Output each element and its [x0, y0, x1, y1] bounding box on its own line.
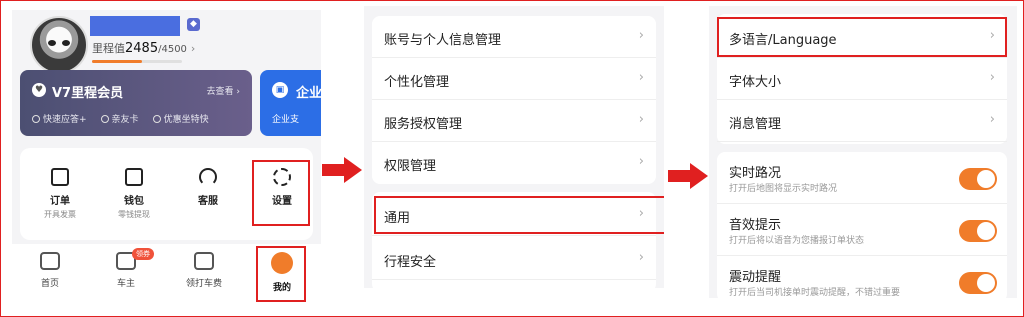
vip-view-link[interactable]: 去查看 › [207, 84, 240, 97]
username-redacted [90, 16, 180, 36]
enterprise-sub: 企业支 [272, 115, 300, 125]
chevron-right-icon: › [190, 42, 196, 55]
perk-icon [152, 115, 161, 123]
enterprise-icon: ▣ [272, 82, 288, 98]
tab-ride-credit[interactable]: 领打车费 [174, 252, 234, 289]
service-order[interactable]: 订单 开具发票 [30, 168, 90, 220]
general-item-notifications[interactable]: 消息管理 › [717, 100, 1007, 142]
vip-perk: 亲友卡 [100, 112, 139, 125]
toggle-row-traffic: 实时路况 打开后地图将显示实时路况 [717, 154, 1007, 204]
settings-item-personalization[interactable]: 个性化管理 › [372, 58, 656, 100]
settings-screen: 账号与个人信息管理 › 个性化管理 › 服务授权管理 › 权限管理 › 通用 › 行程安全… [364, 6, 664, 288]
chevron-right-icon: › [989, 112, 995, 127]
settings-item-service-auth[interactable]: 服务授权管理 › [372, 100, 656, 142]
perk-icon [32, 115, 40, 123]
toggle-row-vibration: 震动提醒 打开后当司机接单时震动提醒，不错过重要 [717, 258, 1007, 298]
home-icon [40, 252, 60, 270]
mileage-progress-fill [92, 60, 142, 63]
chevron-right-icon: › [638, 112, 644, 127]
settings-item-account[interactable]: 账号与个人信息管理 › [372, 16, 656, 58]
sound-toggle[interactable] [959, 220, 997, 242]
chevron-right-icon: › [638, 28, 644, 43]
service-support[interactable]: 客服 [178, 168, 238, 207]
general-highlight [374, 196, 664, 234]
language-highlight [717, 17, 1007, 57]
mileage-progress-bar [92, 60, 182, 63]
mileage-info[interactable]: 里程值2485/4500 › [92, 40, 195, 56]
coupon-badge: 领券 [132, 248, 154, 260]
chevron-right-icon: › [989, 70, 995, 85]
settings-highlight [252, 160, 310, 226]
general-item-font-size[interactable]: 字体大小 › [717, 58, 1007, 100]
settings-group-1: 账号与个人信息管理 › 个性化管理 › 服务授权管理 › 权限管理 › [372, 16, 656, 184]
flow-arrow-icon [668, 163, 708, 189]
mine-highlight [256, 246, 306, 302]
vip-title: V7里程会员 [52, 86, 124, 101]
settings-group-2: 通用 › 行程安全 › [372, 192, 664, 288]
settings-item-permissions[interactable]: 权限管理 › [372, 142, 656, 184]
level-badge-icon: ◆ [187, 18, 200, 31]
mileage-total: /4500 [158, 44, 187, 55]
general-group-1: 多语言/Language › 字体大小 › 消息管理 › [717, 14, 1007, 144]
headset-icon [199, 168, 217, 186]
profile-screen: ◆ 里程值2485/4500 › ♥ V7里程会员 去查看 › 快速应答+ 亲友卡… [12, 10, 321, 302]
services-card: 订单 开具发票 钱包 零钱提现 客服 设置 [20, 148, 313, 240]
bottom-tabbar: 首页 领券 车主 领打车费 我的 [12, 244, 321, 302]
flow-arrow-icon [322, 157, 362, 183]
enterprise-card[interactable]: ▣ 企业 企业支 [260, 70, 321, 136]
tab-driver[interactable]: 领券 车主 [96, 248, 156, 289]
settings-item-trip-safety[interactable]: 行程安全 › [372, 238, 656, 280]
tab-home[interactable]: 首页 [20, 252, 80, 289]
general-group-2: 实时路况 打开后地图将显示实时路况 音效提示 打开后将以语音为您播报订单状态 震… [717, 152, 1007, 298]
vip-card[interactable]: ♥ V7里程会员 去查看 › 快速应答+ 亲友卡 优惠坐特快 [20, 70, 252, 136]
vip-perks: 快速应答+ 亲友卡 优惠坐特快 [32, 112, 209, 125]
traffic-toggle[interactable] [959, 168, 997, 190]
wallet-icon [125, 168, 143, 186]
general-screen: 多语言/Language › 字体大小 › 消息管理 › 实时路况 打开后地图将显示实… [709, 6, 1017, 298]
vip-perk: 快速应答+ [32, 112, 87, 125]
perk-icon [100, 115, 109, 123]
gift-icon [194, 252, 214, 270]
order-icon [51, 168, 69, 186]
enterprise-title: 企业 [296, 86, 321, 101]
chevron-right-icon: › [638, 250, 644, 265]
mileage-value: 2485 [125, 41, 159, 56]
chevron-right-icon: › [638, 154, 644, 169]
vip-perk: 优惠坐特快 [152, 112, 209, 125]
avatar[interactable] [30, 16, 88, 74]
service-wallet[interactable]: 钱包 零钱提现 [104, 168, 164, 220]
mileage-label: 里程值 [92, 42, 125, 55]
vip-icon: ♥ [32, 83, 46, 97]
toggle-row-sound: 音效提示 打开后将以语音为您播报订单状态 [717, 206, 1007, 256]
chevron-right-icon: › [638, 70, 644, 85]
vibration-toggle[interactable] [959, 272, 997, 294]
